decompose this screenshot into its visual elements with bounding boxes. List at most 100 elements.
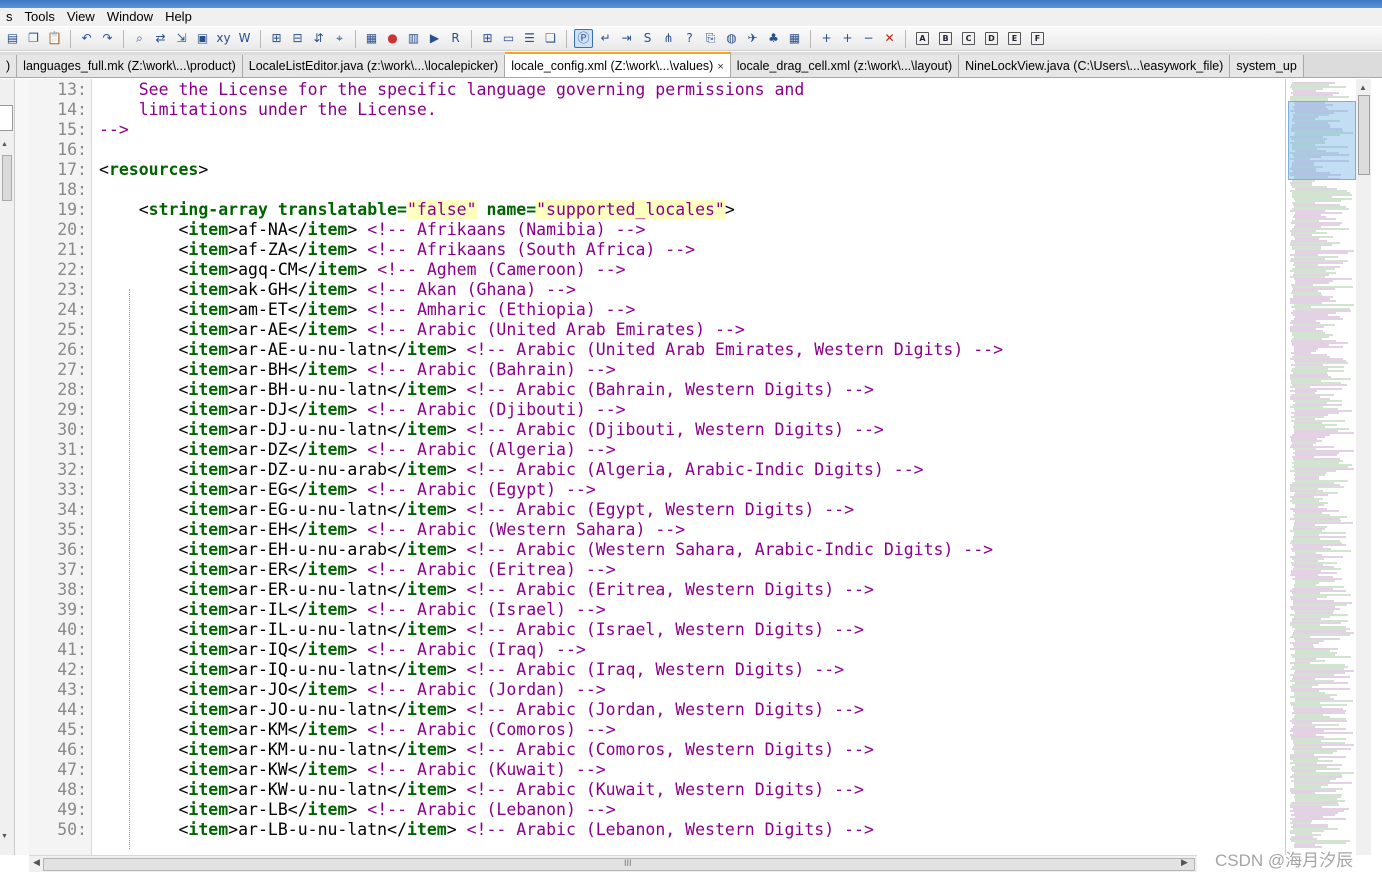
side-panel-input[interactable]: [0, 105, 13, 131]
code-line[interactable]: <item>ar-BH-u-nu-latn</item> <!-- Arabic…: [99, 380, 873, 400]
zoom-in-icon[interactable]: ⊞: [268, 30, 285, 47]
replace-icon[interactable]: ⇄: [152, 30, 169, 47]
macro-icon[interactable]: ▦: [363, 30, 380, 47]
redo-icon[interactable]: ↷: [99, 30, 116, 47]
ball-icon[interactable]: ◍: [723, 30, 740, 47]
side-scroll-down-icon[interactable]: ▼: [1, 833, 8, 840]
code-line[interactable]: <item>ar-EH-u-nu-arab</item> <!-- Arabic…: [99, 540, 993, 560]
box-a-icon[interactable]: A: [916, 32, 929, 45]
code-line[interactable]: <item>ar-AE-u-nu-latn</item> <!-- Arabic…: [99, 340, 1003, 360]
code-line[interactable]: <item>ar-KW-u-nu-latn</item> <!-- Arabic…: [99, 780, 864, 800]
code-line[interactable]: <item>ar-KW</item> <!-- Arabic (Kuwait) …: [99, 760, 605, 780]
zoom-out-icon[interactable]: ⊟: [289, 30, 306, 47]
code-line[interactable]: <item>ar-DZ</item> <!-- Arabic (Algeria)…: [99, 440, 615, 460]
code-line[interactable]: <resources>: [99, 160, 208, 180]
code-line[interactable]: <string-array translatable="false" name=…: [99, 200, 735, 220]
code-line[interactable]: <item>ar-JO</item> <!-- Arabic (Jordan) …: [99, 680, 605, 700]
code-line[interactable]: <item>ar-BH</item> <!-- Arabic (Bahrain)…: [99, 360, 615, 380]
box-e-icon[interactable]: E: [1008, 32, 1021, 45]
code-line[interactable]: <item>agq-CM</item> <!-- Aghem (Cameroon…: [99, 260, 625, 280]
copy-icon[interactable]: ❐: [25, 30, 42, 47]
remove-row-icon[interactable]: −: [860, 30, 877, 47]
code-line[interactable]: <item>ar-KM-u-nu-latn</item> <!-- Arabic…: [99, 740, 873, 760]
record-icon[interactable]: ●: [384, 30, 401, 47]
regex-icon[interactable]: R: [447, 30, 464, 47]
s-icon[interactable]: S: [639, 30, 656, 47]
bird-icon[interactable]: ✈: [744, 30, 761, 47]
box-d-icon[interactable]: D: [985, 32, 998, 45]
code-line[interactable]: -->: [99, 120, 129, 140]
book-icon[interactable]: ▥: [405, 30, 422, 47]
code-line[interactable]: <item>ar-EG-u-nu-latn</item> <!-- Arabic…: [99, 500, 854, 520]
code-line[interactable]: <item>ar-EG</item> <!-- Arabic (Egypt) -…: [99, 480, 595, 500]
code-line[interactable]: <item>af-ZA</item> <!-- Afrikaans (South…: [99, 240, 695, 260]
menu-help[interactable]: Help: [159, 8, 198, 26]
code-line[interactable]: <item>ar-LB-u-nu-latn</item> <!-- Arabic…: [99, 820, 873, 840]
file-tab[interactable]: LocaleListEditor.java (z:\work\...\local…: [242, 55, 506, 77]
clip-icon[interactable]: ⎘: [702, 30, 719, 47]
menu-view[interactable]: View: [61, 8, 101, 26]
plugin-p-icon[interactable]: Ⓟ: [574, 29, 593, 48]
horizontal-scroll-thumb[interactable]: III: [43, 858, 1195, 871]
code-line[interactable]: <item>ar-KM</item> <!-- Arabic (Comoros)…: [99, 720, 615, 740]
network-icon[interactable]: ⋔: [660, 30, 677, 47]
code-line[interactable]: <item>ar-IQ-u-nu-latn</item> <!-- Arabic…: [99, 660, 844, 680]
panel-b-icon[interactable]: ▭: [500, 30, 517, 47]
code-line[interactable]: See the License for the specific languag…: [99, 80, 805, 100]
document-minimap[interactable]: [1285, 79, 1356, 855]
code-line[interactable]: <item>ar-DJ-u-nu-latn</item> <!-- Arabic…: [99, 420, 883, 440]
focus-icon[interactable]: ⌖: [331, 30, 348, 47]
code-line[interactable]: <item>ar-DJ</item> <!-- Arabic (Djibouti…: [99, 400, 625, 420]
code-line[interactable]: <item>ar-IQ</item> <!-- Arabic (Iraq) --…: [99, 640, 585, 660]
file-tab[interactable]: languages_full.mk (Z:\work\...\product): [17, 55, 243, 77]
code-line[interactable]: limitations under the License.: [99, 100, 437, 120]
minimap-viewport[interactable]: [1288, 101, 1356, 180]
panel-c-icon[interactable]: ☰: [521, 30, 538, 47]
code-line[interactable]: <item>ar-LB</item> <!-- Arabic (Lebanon)…: [99, 800, 615, 820]
code-line[interactable]: <item>ar-IL</item> <!-- Arabic (Israel) …: [99, 600, 605, 620]
code-line[interactable]: <item>ar-DZ-u-nu-arab</item> <!-- Arabic…: [99, 460, 923, 480]
file-tab[interactable]: ): [0, 55, 18, 77]
horizontal-scrollbar[interactable]: ◀ III ▶: [29, 855, 1197, 872]
code-line[interactable]: <item>ak-GH</item> <!-- Akan (Ghana) -->: [99, 280, 575, 300]
menu-s[interactable]: s: [0, 8, 19, 26]
side-scroll-thumb[interactable]: [2, 155, 12, 201]
tree-icon[interactable]: ♣: [765, 30, 782, 47]
bookmark-icon[interactable]: ▣: [194, 30, 211, 47]
indent-icon[interactable]: ⇥: [618, 30, 635, 47]
code-line[interactable]: <item>ar-JO-u-nu-latn</item> <!-- Arabic…: [99, 700, 864, 720]
code-editor[interactable]: 13: 14: 15: 16: 17: 18: 19: 20: 21: 22: 23: 24: 25: 2…: [29, 79, 1284, 855]
menu-tools[interactable]: Tools: [19, 8, 61, 26]
code-line[interactable]: <item>ar-AE</item> <!-- Arabic (United A…: [99, 320, 744, 340]
add-row-icon[interactable]: +: [839, 30, 856, 47]
close-tab-icon[interactable]: ×: [717, 61, 723, 73]
file-tab[interactable]: locale_config.xml (Z:\work\...\values) ×: [505, 52, 731, 77]
code-line[interactable]: <item>ar-IL-u-nu-latn</item> <!-- Arabic…: [99, 620, 864, 640]
scroll-left-icon[interactable]: ◀: [33, 857, 40, 868]
find-icon[interactable]: ⌕: [131, 30, 148, 47]
wrap-icon[interactable]: ↵: [597, 30, 614, 47]
box-c-icon[interactable]: C: [962, 32, 975, 45]
vertical-scrollbar[interactable]: ▲: [1356, 79, 1371, 855]
file-tab[interactable]: NineLockView.java (C:\Users\...\easywork…: [959, 55, 1231, 77]
code-line[interactable]: <item>ar-ER-u-nu-latn</item> <!-- Arabic…: [99, 580, 873, 600]
sync-icon[interactable]: ⇵: [310, 30, 327, 47]
menu-window[interactable]: Window: [101, 8, 159, 26]
word-icon[interactable]: W: [236, 30, 253, 47]
code-line[interactable]: <item>am-ET</item> <!-- Amharic (Ethiopi…: [99, 300, 635, 320]
add-icon[interactable]: +: [818, 30, 835, 47]
goto-icon[interactable]: ⇲: [173, 30, 190, 47]
box-b-icon[interactable]: B: [939, 32, 952, 45]
grid-icon[interactable]: ▦: [786, 30, 803, 47]
wordwrap-xy-icon[interactable]: xy: [215, 30, 232, 47]
paste-icon[interactable]: 📋: [46, 30, 63, 47]
panel-a-icon[interactable]: ⊞: [479, 30, 496, 47]
side-scroll-up-icon[interactable]: ▲: [1, 141, 8, 148]
play-icon[interactable]: ▶: [426, 30, 443, 47]
vertical-scroll-thumb[interactable]: [1358, 95, 1370, 175]
code-line[interactable]: <item>af-NA</item> <!-- Afrikaans (Namib…: [99, 220, 645, 240]
panel-d-icon[interactable]: ❏: [542, 30, 559, 47]
scroll-up-icon[interactable]: ▲: [1359, 83, 1367, 92]
delete-icon[interactable]: ✕: [881, 30, 898, 47]
help-icon[interactable]: ?: [681, 30, 698, 47]
